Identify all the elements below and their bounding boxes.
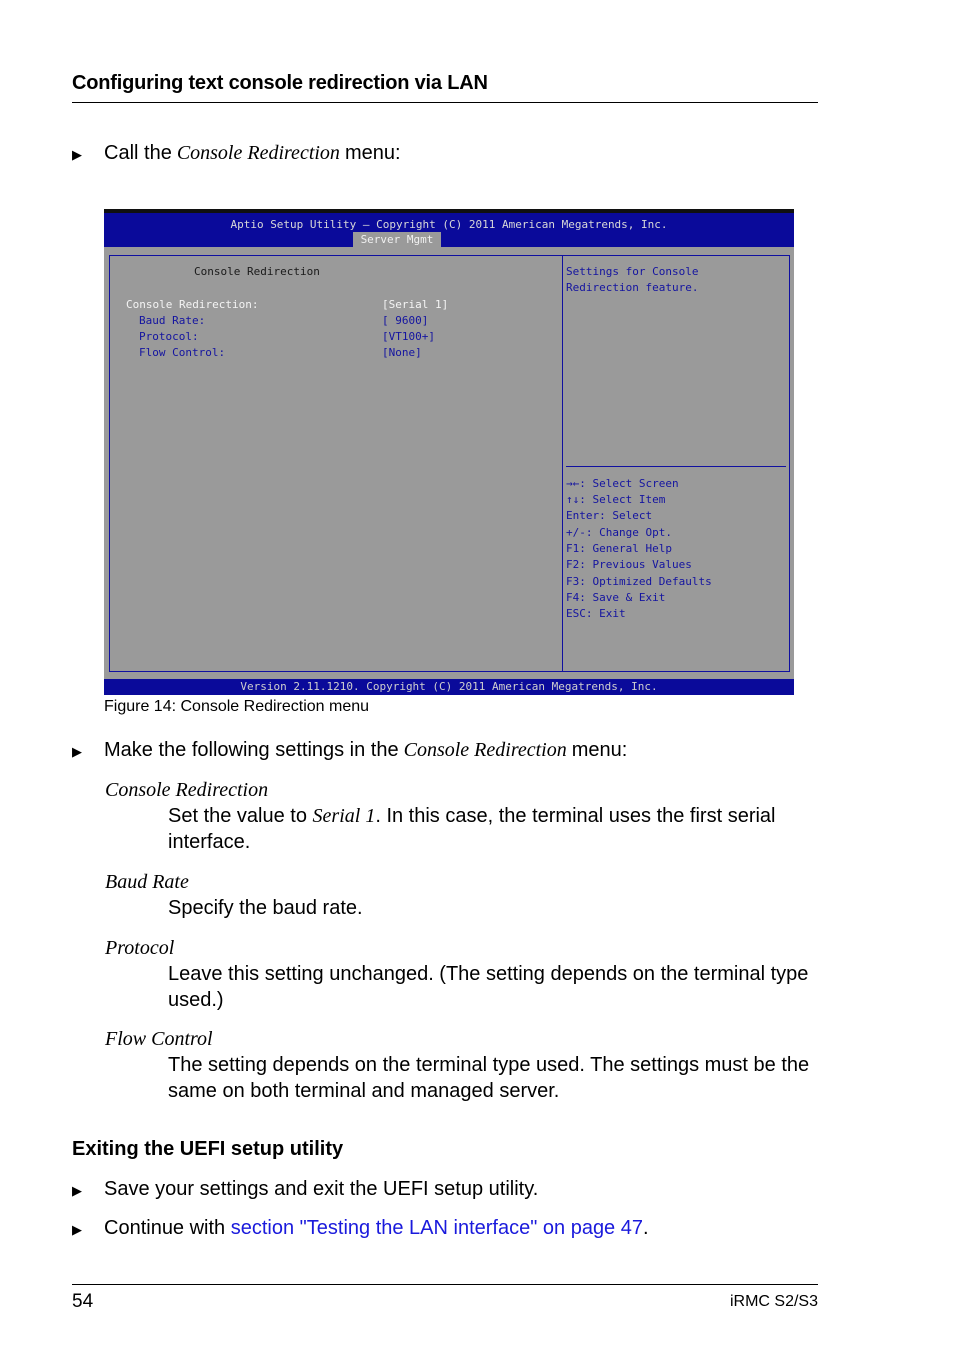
key-help-f4: F4: Save & Exit	[566, 591, 666, 604]
key-help-f2: F2: Previous Values	[566, 558, 692, 571]
setting-label-baud-rate[interactable]: Baud Rate:	[139, 313, 205, 329]
section-title: Configuring text console redirection via…	[72, 72, 488, 94]
term-baud-rate: Baud Rate	[105, 871, 189, 893]
step-text-suffix: .	[643, 1217, 649, 1239]
desc-console-redirection: Set the value to Serial 1. In this case,…	[168, 805, 776, 853]
step-make-settings: ▶ Make the following settings in the Con…	[72, 739, 627, 762]
subsection-title: Exiting the UEFI setup utility	[72, 1138, 344, 1160]
setting-value-console-redirection[interactable]: [Serial 1]	[382, 297, 448, 313]
page-number: 54	[72, 1291, 94, 1312]
bios-header: Aptio Setup Utility – Copyright (C) 2011…	[104, 213, 794, 247]
menu-name: Console Redirection	[176, 142, 340, 164]
help-text-line: Redirection feature.	[566, 281, 699, 294]
setting-value-flow-control[interactable]: [None]	[382, 345, 422, 361]
menu-name: Console Redirection	[403, 739, 567, 761]
bullet-arrow-icon: ▶	[72, 1183, 82, 1198]
desc-protocol: Leave this setting unchanged. (The setti…	[168, 963, 809, 1011]
header-rule	[72, 102, 818, 103]
key-help-enter: Enter: Select	[566, 509, 653, 522]
key-help-f1: F1: General Help	[566, 542, 672, 555]
step-text: Save your settings and exit the UEFI set…	[104, 1178, 539, 1200]
key-help-select-screen: →←: Select Screen	[566, 477, 679, 490]
key-help-select-item: ↑↓: Select Item	[566, 493, 666, 506]
bullet-arrow-icon: ▶	[72, 1222, 82, 1237]
footer-rule	[72, 1284, 818, 1285]
step-text-suffix: menu:	[344, 142, 401, 164]
desc-baud-rate: Specify the baud rate.	[168, 897, 363, 919]
help-text-line: Settings for Console	[566, 265, 699, 278]
bios-footer: Version 2.11.1210. Copyright (C) 2011 Am…	[104, 679, 794, 695]
bios-screenshot: Aptio Setup Utility – Copyright (C) 2011…	[104, 209, 794, 695]
bios-help-separator	[566, 466, 786, 467]
key-help-esc: ESC: Exit	[566, 607, 626, 620]
bullet-arrow-icon: ▶	[72, 744, 82, 759]
term-console-redirection: Console Redirection	[105, 779, 269, 801]
setting-label-flow-control[interactable]: Flow Control:	[139, 345, 225, 361]
section-link[interactable]: section "Testing the LAN interface" on p…	[231, 1217, 643, 1240]
bios-title: Aptio Setup Utility – Copyright (C) 2011…	[230, 218, 668, 231]
figure-caption: Figure 14: Console Redirection menu	[104, 698, 370, 715]
step-continue: ▶ Continue with section "Testing the LAN…	[72, 1217, 649, 1240]
key-help-f3: F3: Optimized Defaults	[566, 575, 712, 588]
tab-server-mgmt[interactable]: Server Mgmt	[353, 232, 441, 247]
document-name: iRMC S2/S3	[729, 1293, 818, 1310]
step-text-suffix: menu:	[571, 739, 628, 761]
term-protocol: Protocol	[105, 937, 175, 959]
panel-heading: Console Redirection	[194, 265, 320, 278]
setting-value-protocol[interactable]: [VT100+]	[382, 329, 435, 345]
setting-label-protocol[interactable]: Protocol:	[139, 329, 199, 345]
desc-flow-control: The setting depends on the terminal type…	[168, 1054, 810, 1102]
step-save-exit: ▶ Save your settings and exit the UEFI s…	[72, 1178, 538, 1201]
bullet-arrow-icon: ▶	[72, 147, 82, 162]
setting-value-baud-rate[interactable]: [ 9600]	[382, 313, 428, 329]
setting-label-console-redirection[interactable]: Console Redirection:	[126, 297, 258, 313]
step-call-menu: ▶ Call the Console Redirection menu:	[72, 142, 401, 165]
term-flow-control: Flow Control	[105, 1028, 213, 1050]
step-text-prefix: Continue with	[104, 1217, 231, 1239]
key-help-change-opt: +/-: Change Opt.	[566, 526, 672, 539]
step-text-prefix: Make the following settings in the	[104, 739, 399, 761]
step-text-prefix: Call the	[104, 142, 172, 164]
